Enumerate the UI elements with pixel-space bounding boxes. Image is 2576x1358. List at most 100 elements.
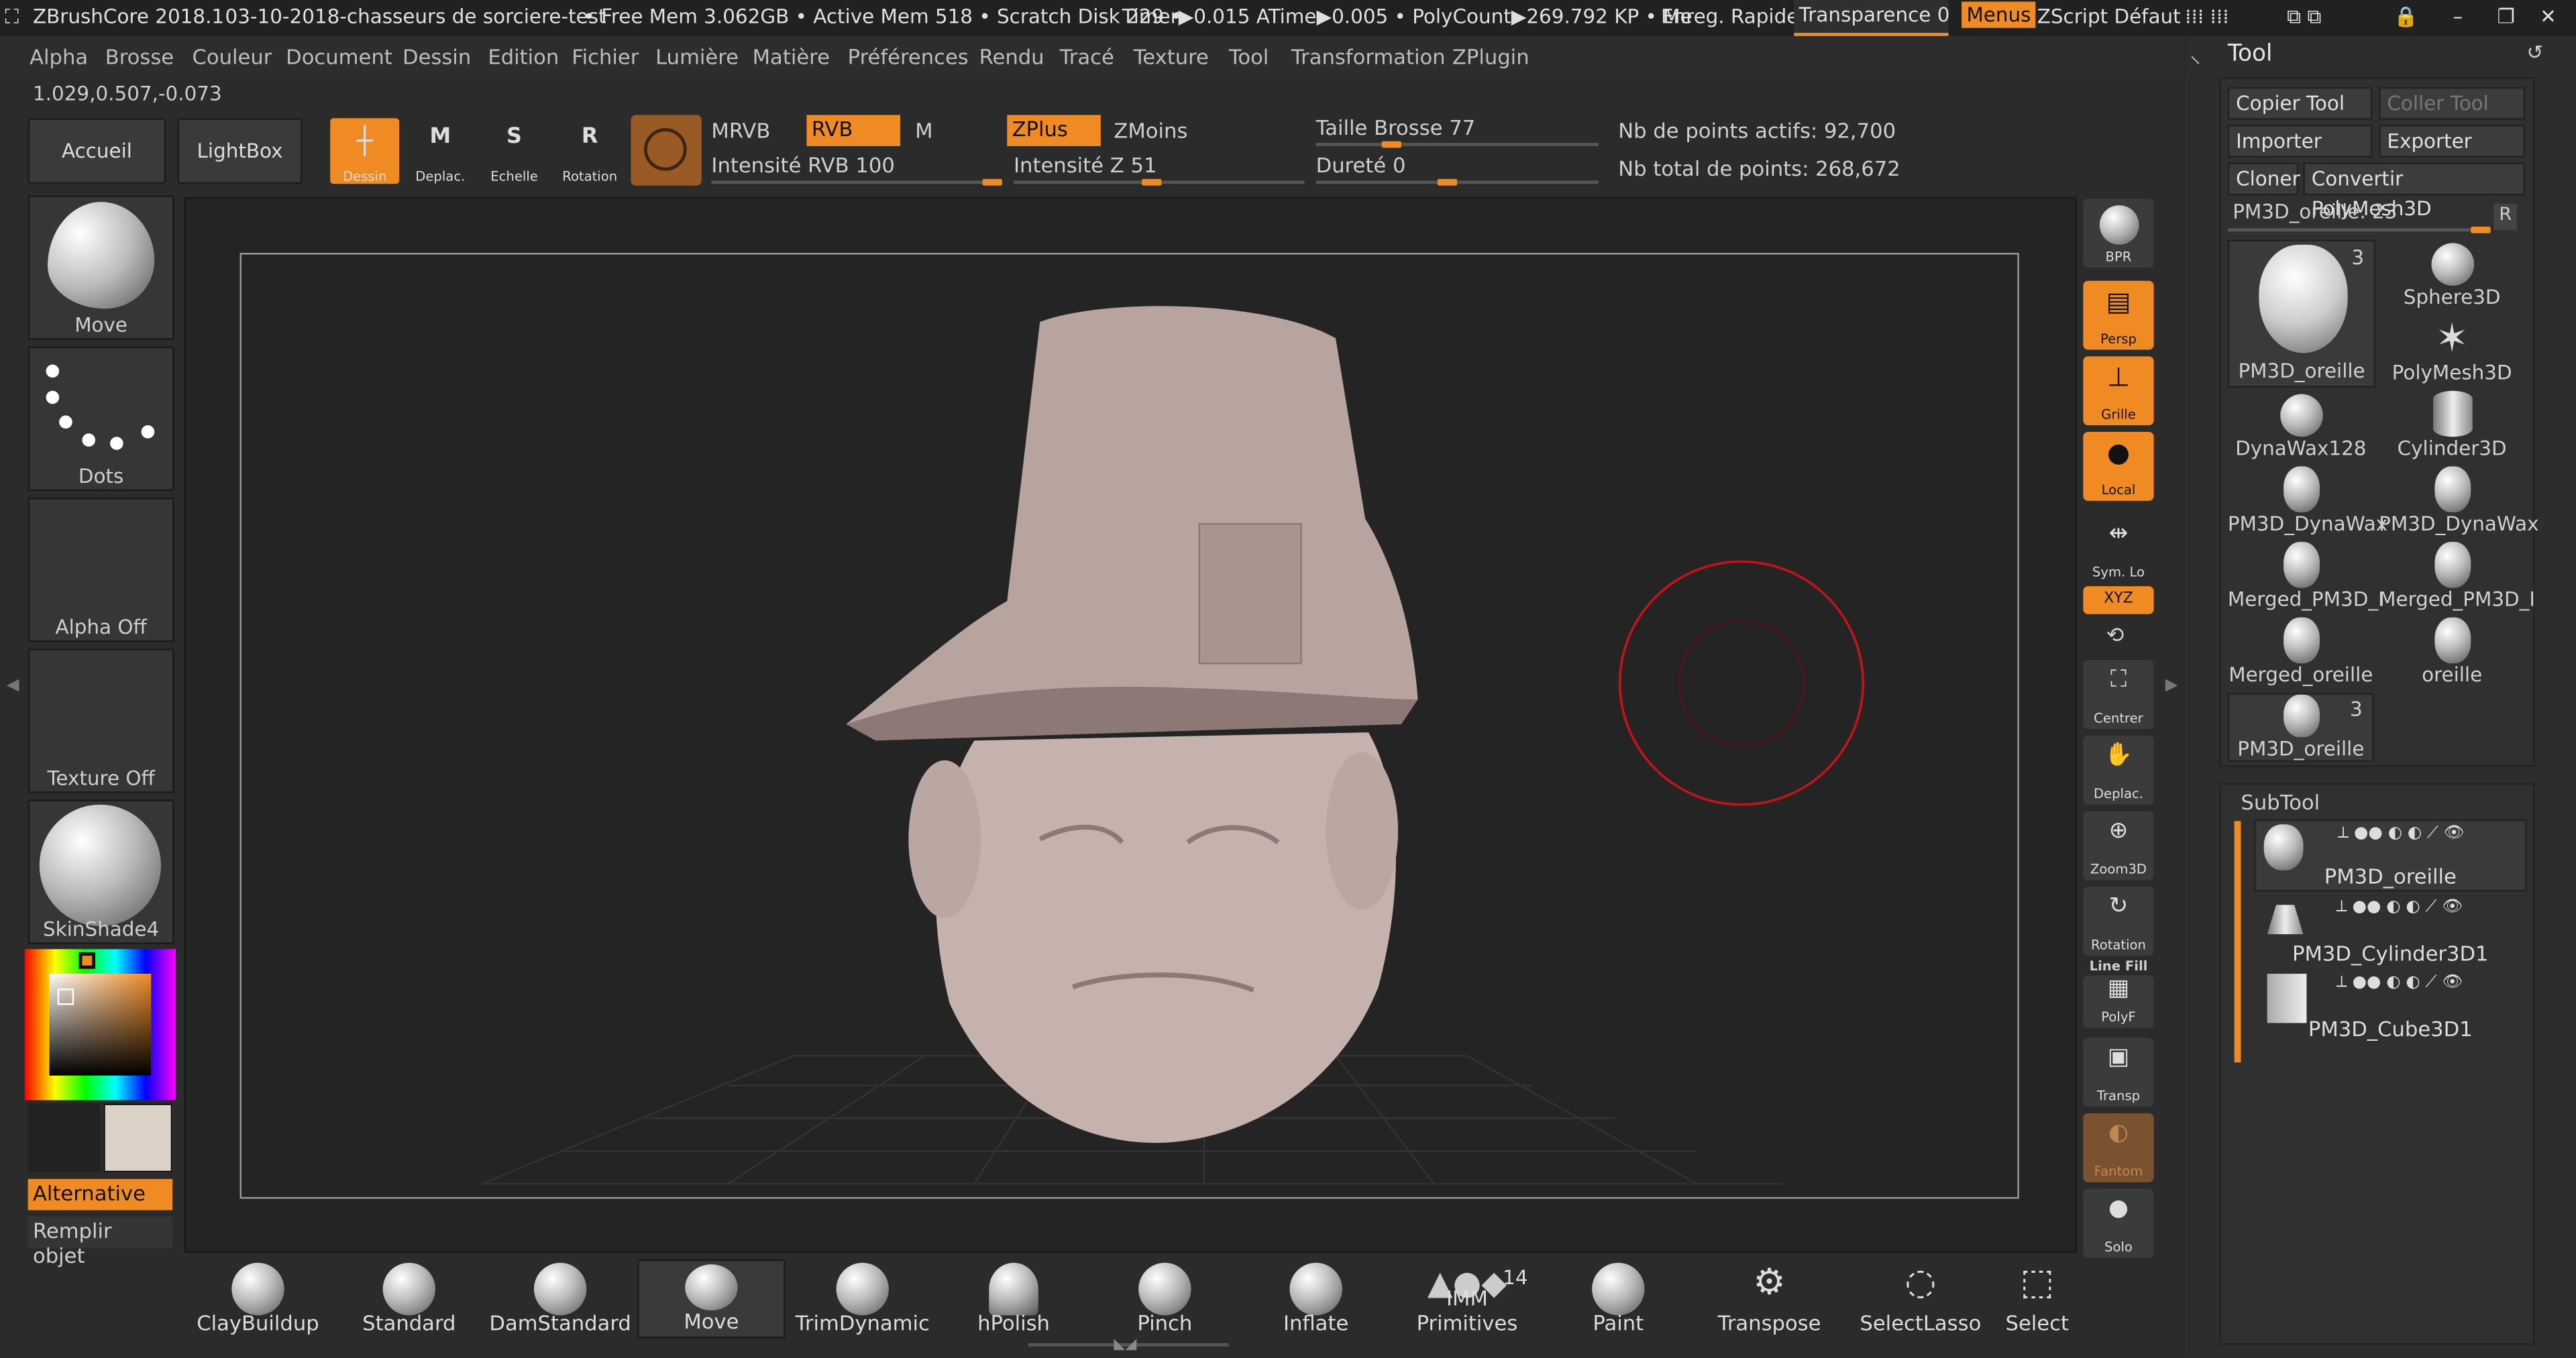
lightbox-button[interactable]: LightBox bbox=[177, 118, 303, 184]
stroke-selector[interactable]: Dots bbox=[28, 346, 174, 492]
rotate-axis-icon[interactable]: ⟲ bbox=[2106, 624, 2125, 648]
brush-inflate[interactable]: Inflate bbox=[1242, 1259, 1389, 1339]
brush-damstandard[interactable]: DamStandard bbox=[486, 1259, 634, 1339]
tool-slider-track[interactable] bbox=[2227, 226, 2491, 233]
menu-alpha[interactable]: Alpha bbox=[30, 44, 88, 69]
menu-tool[interactable]: Tool bbox=[1229, 44, 1269, 69]
menu-file[interactable]: Fichier bbox=[572, 44, 639, 69]
brush-claybuildup[interactable]: ClayBuildup bbox=[184, 1259, 331, 1339]
convert-polymesh-button[interactable]: Convertir PolyMesh3D bbox=[2303, 162, 2526, 220]
tool-merged-pm3d-1[interactable]: Merged_PM3D_I bbox=[2228, 542, 2384, 614]
current-tool-slider[interactable]: PM3D_oreille. 23 bbox=[2228, 201, 2491, 232]
left-tray-arrow-icon[interactable]: ◀ bbox=[7, 677, 19, 695]
menu-transform[interactable]: Transformation bbox=[1291, 44, 1446, 69]
center-button[interactable]: ⛶ Centrer bbox=[2083, 660, 2154, 730]
menus-toggle[interactable]: Menus bbox=[1962, 1, 2036, 28]
brush-paint[interactable]: Paint bbox=[1544, 1259, 1692, 1339]
material-sphere-button[interactable] bbox=[631, 115, 702, 186]
tool-oreille[interactable]: oreille bbox=[2379, 617, 2525, 690]
maximize-icon[interactable]: ❐ bbox=[2497, 5, 2514, 27]
export-button[interactable]: Exporter bbox=[2379, 125, 2526, 158]
alternative-toggle[interactable]: Alternative bbox=[28, 1179, 173, 1210]
copy-tool-button[interactable]: Copier Tool bbox=[2227, 87, 2373, 120]
menu-color[interactable]: Couleur bbox=[193, 44, 272, 69]
subtool-title[interactable]: SubTool bbox=[2241, 790, 2320, 815]
import-button[interactable]: Importer bbox=[2227, 125, 2373, 158]
subtool-scrollbar[interactable] bbox=[2234, 821, 2241, 1063]
home-button[interactable]: Accueil bbox=[28, 118, 166, 184]
z-intensity-knob[interactable] bbox=[1142, 178, 1162, 186]
clone-button[interactable]: Cloner bbox=[2227, 162, 2300, 196]
mrgb-toggle[interactable]: MRVB bbox=[711, 118, 770, 143]
brush-hpolish[interactable]: hPolish bbox=[940, 1259, 1087, 1339]
bpr-button[interactable]: BPR bbox=[2083, 199, 2154, 268]
menu-brush[interactable]: Brosse bbox=[105, 44, 174, 69]
solo-button[interactable]: ● Solo bbox=[2083, 1188, 2154, 1258]
m-toggle[interactable]: M bbox=[915, 118, 932, 143]
pan-button[interactable]: ✋ Deplac. bbox=[2083, 735, 2154, 805]
brush-imm-primitives[interactable]: ▲●◆ 14 IMM Primitives bbox=[1393, 1259, 1541, 1339]
fill-object-button[interactable]: Remplir objet bbox=[28, 1216, 173, 1267]
tool-panel-title[interactable]: Tool bbox=[2228, 41, 2273, 67]
subtool-row-1[interactable]: ⟂ ●● ◐ ◐ ⟋ 👁 PM3D_oreille bbox=[2254, 819, 2527, 892]
tool-polymesh3d[interactable]: ✶ PolyMesh3D bbox=[2379, 315, 2525, 388]
menu-edit[interactable]: Edition bbox=[488, 44, 559, 69]
menu-draw[interactable]: Dessin bbox=[402, 44, 471, 69]
transp-button[interactable]: ▣ Transp bbox=[2083, 1037, 2154, 1107]
rgb-toggle[interactable]: RVB bbox=[806, 115, 901, 146]
sym-button[interactable]: ⇹ Sym. Lo bbox=[2083, 514, 2153, 583]
subtool-row-3[interactable]: ⟂ ●● ◐ ◐ ⟋ 👁 PM3D_Cube3D1 bbox=[2254, 970, 2527, 1043]
menu-document[interactable]: Document bbox=[286, 44, 392, 69]
subtool-visibility-icon[interactable]: ⟂ ●● ◐ ◐ ⟋ 👁 bbox=[2336, 898, 2463, 916]
tool-merged-pm3d-2[interactable]: Merged_PM3D_I bbox=[2379, 542, 2535, 614]
scale-mode-button[interactable]: S Echelle bbox=[482, 118, 547, 184]
menu-texture[interactable]: Texture bbox=[1134, 44, 1209, 69]
tool-pm3d-dynawax-1[interactable]: PM3D_DynaWax bbox=[2228, 466, 2387, 539]
texture-selector[interactable]: Texture Off bbox=[28, 648, 174, 793]
minimize-icon[interactable]: – bbox=[2453, 5, 2463, 27]
rotate-mode-button[interactable]: R Rotation bbox=[557, 118, 623, 184]
draw-mode-button[interactable]: ┼ Dessin bbox=[330, 118, 400, 184]
transparency-slider[interactable]: Transparence 0 bbox=[1794, 0, 1949, 36]
brush-pinch[interactable]: Pinch bbox=[1091, 1259, 1238, 1339]
menu-render[interactable]: Rendu bbox=[979, 44, 1044, 69]
subtool-visibility-icon[interactable]: ⟂ ●● ◐ ◐ ⟋ 👁 bbox=[2338, 824, 2465, 842]
color-marker[interactable] bbox=[57, 988, 74, 1005]
primary-color-swatch[interactable] bbox=[103, 1103, 173, 1173]
3d-scene[interactable] bbox=[186, 199, 2078, 1254]
tool-panel-reset-icon[interactable]: ↺ bbox=[2527, 41, 2544, 64]
tool-cylinder3d[interactable]: Cylinder3D bbox=[2379, 390, 2525, 463]
brush-standard[interactable]: Standard bbox=[335, 1259, 483, 1339]
right-tray-arrow-icon[interactable]: ▶ bbox=[2165, 677, 2178, 695]
canvas-viewport[interactable] bbox=[184, 196, 2078, 1254]
brush-select[interactable]: ⬚ Select bbox=[1998, 1259, 2077, 1339]
brush-transpose[interactable]: ⚙ Transpose bbox=[1695, 1259, 1843, 1339]
persp-button[interactable]: ▤ Persp bbox=[2083, 280, 2154, 350]
zminus-toggle[interactable]: ZMoins bbox=[1114, 118, 1187, 143]
paste-tool-button[interactable]: Coller Tool bbox=[2379, 87, 2526, 120]
secondary-color-swatch[interactable] bbox=[28, 1103, 101, 1173]
tool-thumb-pm3d-oreille[interactable]: 3 PM3D_oreille bbox=[2227, 239, 2376, 388]
zoom3d-button[interactable]: ⊕ Zoom3D bbox=[2083, 811, 2154, 881]
hardness-knob[interactable] bbox=[1437, 178, 1458, 186]
local-button[interactable]: ● Local bbox=[2083, 431, 2154, 501]
brush-trimdynamic[interactable]: TrimDynamic bbox=[789, 1259, 936, 1339]
alpha-selector[interactable]: Alpha Off bbox=[28, 497, 174, 642]
brush-size-knob[interactable] bbox=[1381, 141, 1401, 148]
rotation-button[interactable]: ↻ Rotation bbox=[2083, 887, 2154, 956]
tool-merged-oreille[interactable]: Merged_oreille bbox=[2228, 617, 2374, 690]
subtool-visibility-icon[interactable]: ⟂ ●● ◐ ◐ ⟋ 👁 bbox=[2336, 974, 2463, 992]
tool-pm3d-oreille-2[interactable]: 3 PM3D_oreille bbox=[2227, 693, 2374, 762]
shelf-scroll-handle[interactable]: ◣◢ bbox=[1028, 1337, 1229, 1353]
lock-icon[interactable]: 🔒 bbox=[2394, 5, 2418, 27]
menu-material[interactable]: Matière bbox=[753, 44, 830, 69]
layout-swap-icon[interactable]: ⧉ ⧉ bbox=[2287, 5, 2321, 30]
close-icon[interactable]: ✕ bbox=[2540, 5, 2557, 27]
ghost-button[interactable]: ◐ Fantom bbox=[2083, 1113, 2154, 1182]
grid-button[interactable]: ⊥ Grille bbox=[2083, 356, 2154, 426]
brush-size-slider[interactable] bbox=[1316, 141, 1599, 148]
menu-light[interactable]: Lumière bbox=[655, 44, 739, 69]
move-mode-button[interactable]: M Deplac. bbox=[407, 118, 473, 184]
material-selector[interactable]: SkinShade4 bbox=[28, 799, 174, 944]
zplus-toggle[interactable]: ZPlus bbox=[1007, 115, 1101, 146]
